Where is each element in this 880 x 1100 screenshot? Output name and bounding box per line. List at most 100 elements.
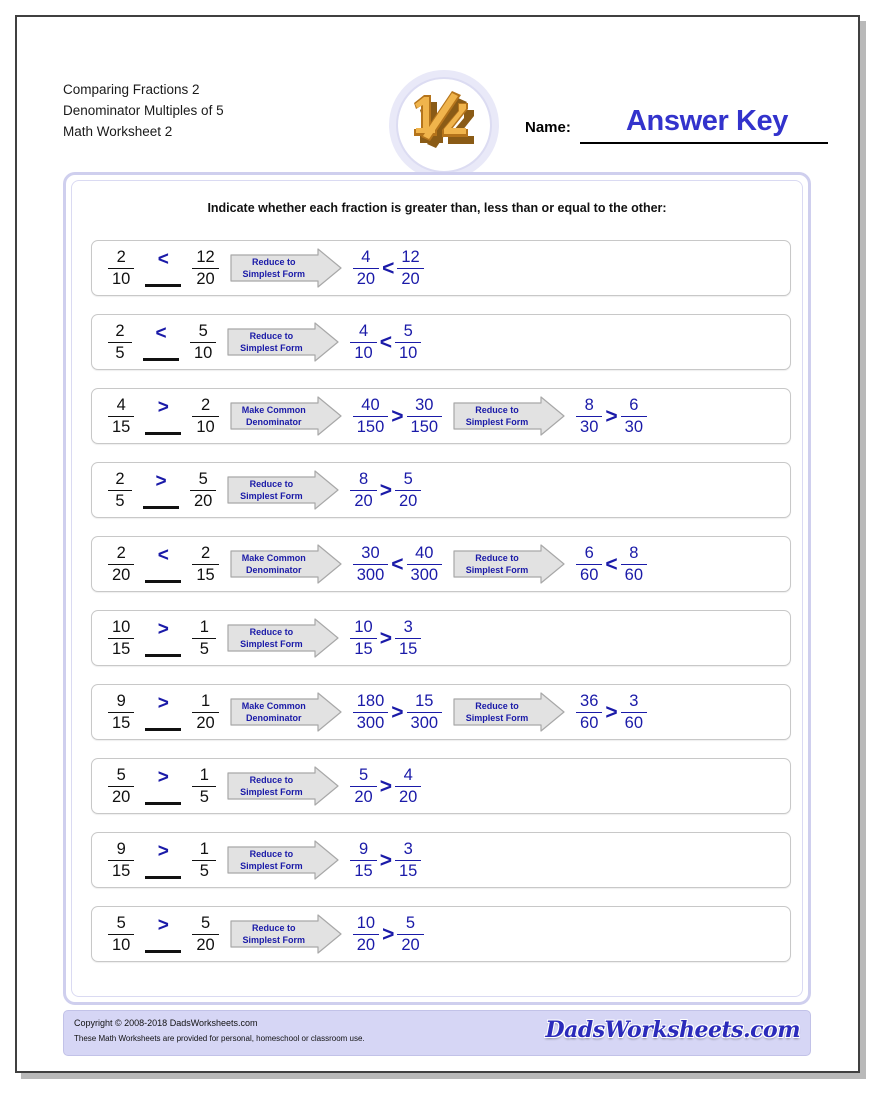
fraction-denominator: 15 [196,565,215,584]
fraction-numerator: 3 [629,692,639,710]
fraction-denominator: 30 [580,417,599,436]
operation-arrow: Reduce to Simplest Form [227,618,339,658]
fraction-numerator: 1 [199,618,209,636]
fraction-denominator: 15 [112,417,131,436]
fraction-right: 5 20 [190,471,217,509]
one-half-glyph-icon [414,91,474,148]
comparison-answer-blank[interactable]: > [139,839,187,881]
fraction-denominator: 10 [196,417,215,436]
fraction-denominator: 15 [398,861,418,880]
name-value[interactable]: Answer Key [587,105,827,138]
fraction-denominator: 20 [398,787,418,806]
fraction-step-right: 5 20 [397,914,424,953]
usage-text: These Math Worksheets are provided for p… [74,1034,365,1043]
operation-label: Reduce to Simplest Form [227,618,315,658]
problem-flow: 10 15 >1 5 Reduce to Simplest Form 10 15 >3 15 [106,611,423,665]
fraction-right: 15 [192,618,217,658]
fraction-step-left: 5 20 [350,767,377,805]
fraction-step-left: 8 30 [576,397,603,436]
fraction-denominator: 30 [624,417,644,436]
operation-label-line-2: Simplest Form [240,491,303,501]
fraction-numerator: 2 [115,322,125,340]
comparison-answer-blank[interactable]: > [139,395,187,437]
fraction-numerator: 2 [116,248,126,266]
answer-blank-line [145,580,182,583]
operation-arrow: Make Common Denominator [230,544,342,584]
comparison-symbol: > [157,693,169,714]
comparison-answer-blank[interactable]: < [139,543,187,585]
fraction-numerator: 2 [200,544,211,562]
fraction-numerator: 3 [403,840,413,858]
fraction-left: 9 15 [108,692,135,731]
operation-label: Reduce to Simplest Form [227,322,315,362]
comparison-answer-blank[interactable]: > [139,617,187,659]
fraction-step-right: 3 15 [394,840,422,880]
fraction-right: 5 10 [190,323,217,362]
comparison-answer-blank[interactable]: > [139,691,187,733]
fraction-step-right: 15 300 [406,693,443,732]
problem-row: 9 15 >1 20 Make Common Denominator 180 300 >15 30… [91,684,791,740]
fraction-step-left: 6 60 [576,545,603,583]
comparison-symbol: < [379,330,392,354]
problem-flow: 4 15 >2 10 Make Common Denominator 40 150 >30 150… [106,389,649,443]
comparison-answer-blank[interactable]: > [137,469,185,511]
fraction-numerator: 10 [356,914,376,932]
problem-flow: 2 5 <5 10 Reduce to Simplest Form 4 10 <5 10 [106,315,423,369]
comparison-answer-blank[interactable]: > [139,765,187,807]
operation-label-line-2: Simplest Form [242,269,305,279]
comparison-answer-blank[interactable]: > [139,913,187,955]
fraction-step-left: 4 20 [352,249,380,288]
fraction-denominator: 300 [410,713,439,732]
fraction-step-right: 6 30 [620,397,648,436]
worksheet-page: Comparing Fractions 2 Denominator Multip… [15,15,860,1073]
fraction-denominator: 10 [194,343,213,362]
comparison-answer-blank[interactable]: < [137,321,185,363]
problem-row: 2 10 <12 20 Reduce to Simplest Form 4 20 <12 20 [91,240,791,296]
comparison-symbol: > [379,626,392,650]
fraction-denominator: 20 [356,269,376,288]
comparison-symbol: > [157,915,169,936]
operation-label-line-1: Reduce to [249,331,294,341]
problem-flow: 5 10 >5 20 Reduce to Simplest Form 10 20 >5 20 [106,907,426,961]
comparison-answer-blank[interactable]: < [139,247,187,289]
copyright-text: Copyright © 2008-2018 DadsWorksheets.com [74,1018,258,1028]
fraction-step-right: 40 300 [406,545,443,583]
operation-arrow: Reduce to Simplest Form [230,248,342,288]
comparison-symbol: > [391,700,404,724]
operation-arrow: Reduce to Simplest Form [227,840,339,880]
fraction-denominator: 10 [354,343,373,362]
fraction-right: 1 20 [192,693,219,732]
answer-blank-line [145,876,182,879]
comparison-symbol: < [157,545,169,566]
comparison-symbol: < [382,256,395,280]
fraction-numerator: 1 [199,766,209,784]
fraction-denominator: 5 [199,787,209,806]
problem-flow: 2 20 <2 15 Make Common Denominator 30 300 <40 300… [106,537,649,591]
operation-label-line-2: Simplest Form [242,935,305,945]
fraction-denominator: 20 [196,713,215,732]
fraction-numerator: 9 [116,692,126,710]
fraction-numerator: 5 [405,914,416,932]
operation-label-line-1: Reduce to [475,701,519,711]
fraction-denominator: 5 [115,491,125,510]
operation-label-line-1: Reduce to [251,257,296,267]
page-title-line-3: Math Worksheet 2 [63,124,173,139]
fraction-right: 15 [192,766,217,806]
fraction-numerator: 9 [358,840,369,858]
fraction-left: 2 10 [108,248,135,287]
fraction-step-left: 40 150 [352,397,389,435]
fraction-denominator: 15 [112,639,131,658]
fraction-step-left: 36 60 [576,693,603,731]
problem-row: 2 5 <5 10 Reduce to Simplest Form 4 10 <5 10 [91,314,791,370]
fraction-denominator: 5 [199,639,209,658]
fraction-numerator: 12 [401,248,420,266]
operation-label: Make Common Denominator [230,544,318,584]
page-title-line-2: Denominator Multiples of 5 [63,103,224,118]
operation-label-line-1: Reduce to [475,553,519,563]
problem-row: 10 15 >1 5 Reduce to Simplest Form 10 15 >3 15 [91,610,791,666]
fraction-right: 15 [192,841,217,879]
comparison-symbol: < [605,552,618,576]
operation-label: Reduce to Simplest Form [227,766,315,806]
comparison-symbol: > [605,404,618,428]
fraction-step-left: 180 300 [352,693,389,731]
